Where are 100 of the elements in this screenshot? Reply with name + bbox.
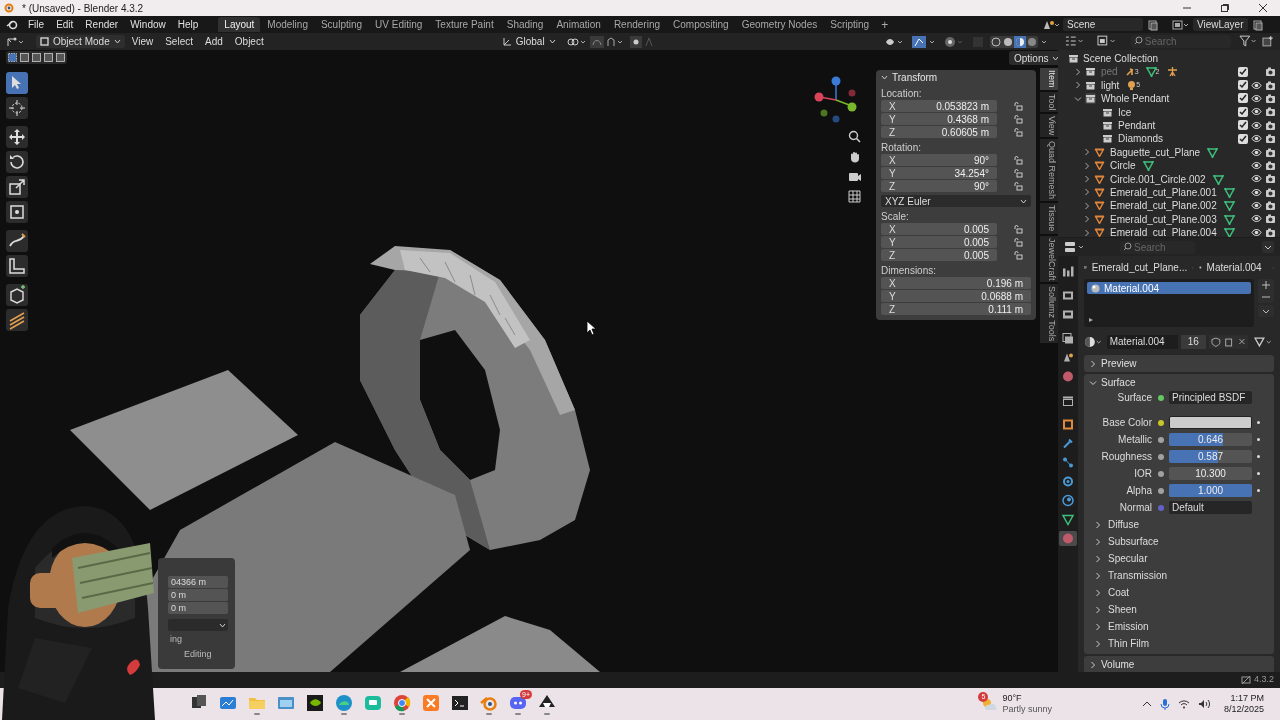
- panel-header[interactable]: Surface: [1084, 374, 1274, 392]
- mesh-data-icon[interactable]: [1223, 213, 1235, 225]
- mesh-data-icon[interactable]: [1223, 186, 1235, 198]
- checkbox[interactable]: [1238, 66, 1248, 77]
- value-slider[interactable]: 0.646: [1169, 433, 1252, 447]
- filter-icon[interactable]: [1238, 35, 1259, 48]
- checkbox[interactable]: [1238, 133, 1248, 144]
- eye-icon[interactable]: [1251, 79, 1262, 91]
- terminal-icon[interactable]: [450, 693, 470, 713]
- checkbox[interactable]: [1238, 120, 1248, 131]
- number-field[interactable]: X 0.053823 m: [881, 100, 997, 112]
- outliner-item[interactable]: light: [1101, 77, 1120, 93]
- hand-icon[interactable]: [848, 150, 861, 163]
- weather-icon[interactable]: [980, 696, 999, 712]
- restore-icon[interactable]: [1220, 3, 1230, 13]
- menu-item[interactable]: Select: [160, 34, 198, 49]
- slot-menu-icon[interactable]: [1258, 305, 1274, 318]
- unlock-icon[interactable]: [1013, 101, 1023, 111]
- expand-arrow-icon[interactable]: [1088, 317, 1094, 324]
- empty-data-icon[interactable]: [1166, 66, 1178, 78]
- mesh-data-icon[interactable]: [1223, 227, 1235, 238]
- number-field[interactable]: Y 34.254°: [881, 167, 997, 179]
- workspace-tab[interactable]: Sculpting: [314, 17, 369, 32]
- workspace-tab[interactable]: UV Editing: [369, 17, 429, 32]
- material-actions-icon[interactable]: [1209, 335, 1249, 350]
- editor-type-icon[interactable]: [1064, 241, 1086, 254]
- annotate-tool-icon[interactable]: [6, 230, 28, 252]
- render-camera-icon[interactable]: [1265, 200, 1276, 212]
- add-workspace-button[interactable]: +: [876, 15, 894, 34]
- checkbox[interactable]: [1238, 106, 1248, 117]
- unlock-icon[interactable]: [1013, 224, 1023, 234]
- outliner-item[interactable]: Whole Pendant: [1101, 91, 1170, 107]
- cursor-tool-icon[interactable]: [6, 97, 28, 119]
- select-tool-icon[interactable]: [6, 72, 28, 94]
- measure-tool-icon[interactable]: [6, 255, 28, 277]
- sidebar-tab[interactable]: Tool: [1040, 91, 1058, 113]
- eye-icon[interactable]: [1251, 226, 1262, 238]
- subpanel-header[interactable]: Transmission: [1084, 569, 1274, 583]
- view-layer-field[interactable]: ViewLayer: [1193, 18, 1248, 31]
- render-camera-icon[interactable]: [1265, 79, 1276, 91]
- outliner-item[interactable]: Scene Collection: [1083, 51, 1159, 66]
- eye-icon[interactable]: [1251, 213, 1262, 225]
- eye-icon[interactable]: [1251, 200, 1262, 212]
- outliner-item[interactable]: Emerald_cut_Plane.002: [1110, 198, 1217, 214]
- outliner-item[interactable]: Ice: [1118, 104, 1132, 120]
- scene-field[interactable]: Scene: [1063, 18, 1143, 31]
- mesh-data-icon[interactable]: [1142, 160, 1154, 172]
- menu-item[interactable]: File: [22, 17, 51, 32]
- workspace-tab[interactable]: Modeling: [261, 17, 314, 32]
- selection-mode-icon[interactable]: [55, 52, 66, 63]
- menu-item[interactable]: Add: [200, 34, 228, 49]
- snapping-icon[interactable]: [589, 35, 624, 48]
- unlock-icon[interactable]: [1013, 155, 1023, 165]
- render-camera-icon[interactable]: [1265, 213, 1276, 225]
- pivot-icon[interactable]: [565, 35, 588, 48]
- sidebar-tab[interactable]: View: [1040, 114, 1058, 138]
- value-slider[interactable]: 0.587: [1169, 450, 1252, 464]
- browse-material-icon[interactable]: [1084, 336, 1104, 349]
- selection-mode-icon[interactable]: [43, 52, 54, 63]
- collapse-icon[interactable]: [881, 73, 888, 81]
- checkbox[interactable]: [1238, 93, 1248, 104]
- eye-icon[interactable]: [1251, 119, 1262, 131]
- close-icon[interactable]: [1258, 3, 1268, 13]
- volume-icon[interactable]: [1197, 699, 1210, 709]
- menu-item[interactable]: Window: [124, 17, 172, 32]
- list-item[interactable]: Material.004: [1087, 282, 1251, 295]
- panel-header[interactable]: Volume: [1084, 656, 1274, 673]
- render-camera-icon[interactable]: [1265, 119, 1276, 131]
- number-field[interactable]: X 0.196 m: [881, 277, 1031, 289]
- number-field[interactable]: X 0.005: [881, 223, 997, 235]
- add-remove-slot-icon[interactable]: [1258, 279, 1274, 304]
- menu-item[interactable]: Help: [171, 17, 205, 32]
- render-camera-icon[interactable]: [1265, 173, 1276, 185]
- add-cube-tool-icon[interactable]: [6, 284, 28, 306]
- cross-app-icon[interactable]: [421, 693, 441, 713]
- search-field[interactable]: Search: [1120, 240, 1195, 254]
- panel-header[interactable]: Preview: [1084, 355, 1274, 373]
- outliner-item[interactable]: Diamonds: [1118, 131, 1164, 147]
- move-tool-icon[interactable]: [6, 126, 28, 148]
- subpanel-header[interactable]: Diffuse: [1084, 518, 1274, 532]
- zoom-icon[interactable]: [848, 130, 861, 143]
- sidebar-tab[interactable]: Quad Remesh: [1040, 139, 1058, 202]
- scene-selector-icon[interactable]: [1041, 18, 1059, 31]
- outliner-item[interactable]: Circle.001_Circle.002: [1110, 171, 1206, 187]
- eye-icon[interactable]: [1251, 106, 1262, 118]
- clock[interactable]: 1:17 PM 8/12/2025: [1223, 693, 1264, 715]
- mesh-data-icon[interactable]: [1145, 66, 1157, 78]
- unlock-icon[interactable]: [1013, 181, 1023, 191]
- link-mode-icon[interactable]: [1254, 336, 1274, 349]
- transform-tool-icon[interactable]: [6, 201, 28, 223]
- show-hidden-icon[interactable]: [1141, 699, 1152, 709]
- browser-icon[interactable]: [392, 693, 412, 713]
- mesh-data-icon[interactable]: [1212, 173, 1224, 185]
- copy-icon[interactable]: [1147, 18, 1159, 31]
- navigation-gizmo-icon[interactable]: [814, 75, 858, 125]
- breadcrumb-item[interactable]: Emerald_cut_Plane...: [1091, 260, 1188, 276]
- orientation-dropdown[interactable]: Global: [497, 35, 560, 48]
- color-swatch[interactable]: [1169, 416, 1252, 430]
- workspace-tab[interactable]: Shading: [500, 17, 550, 32]
- workspace-tab[interactable]: Scripting: [824, 17, 876, 32]
